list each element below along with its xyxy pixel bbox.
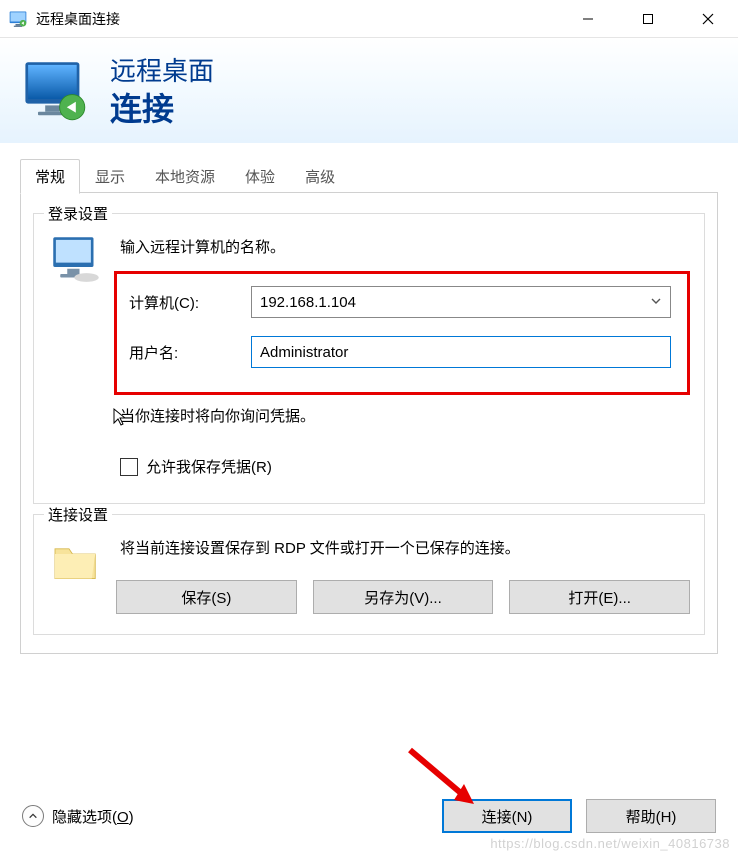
save-credentials-checkbox[interactable]: 允许我保存凭据(R) bbox=[120, 456, 690, 477]
username-row: 用户名: Administrator bbox=[129, 336, 671, 368]
username-input[interactable]: Administrator bbox=[251, 336, 671, 368]
footer: 隐藏选项(O) 连接(N) 帮助(H) bbox=[0, 783, 738, 853]
help-button[interactable]: 帮助(H) bbox=[586, 799, 716, 833]
banner-line2: 连接 bbox=[110, 84, 214, 130]
tab-local-resources[interactable]: 本地资源 bbox=[140, 159, 230, 193]
chevron-down-icon bbox=[650, 294, 662, 311]
checkbox-icon bbox=[120, 458, 138, 476]
maximize-button[interactable] bbox=[618, 0, 678, 37]
computer-combo[interactable]: 192.168.1.104 bbox=[251, 286, 671, 318]
main-panel: 常规 显示 本地资源 体验 高级 登录设置 输入远程计算机 bbox=[0, 143, 738, 666]
title-bar: 远程桌面连接 bbox=[0, 0, 738, 38]
close-button[interactable] bbox=[678, 0, 738, 37]
username-label: 用户名: bbox=[129, 342, 251, 363]
minimize-button[interactable] bbox=[558, 0, 618, 37]
window-title: 远程桌面连接 bbox=[36, 9, 120, 29]
rdp-monitor-icon bbox=[20, 55, 92, 127]
banner-line1: 远程桌面 bbox=[110, 51, 214, 88]
computer-value: 192.168.1.104 bbox=[260, 294, 356, 311]
tab-advanced[interactable]: 高级 bbox=[290, 159, 350, 193]
computer-row: 计算机(C): 192.168.1.104 bbox=[129, 286, 671, 318]
highlight-box: 计算机(C): 192.168.1.104 用户名: Adm bbox=[114, 271, 690, 395]
credentials-hint: 当你连接时将向你询问凭据。 bbox=[120, 405, 690, 426]
hide-options-label: 隐藏选项(O) bbox=[52, 806, 134, 827]
connect-button[interactable]: 连接(N) bbox=[442, 799, 572, 833]
login-settings-label: 登录设置 bbox=[44, 203, 112, 224]
save-button[interactable]: 保存(S) bbox=[116, 580, 297, 614]
connection-settings-group: 连接设置 将当前连接设置保存到 RDP 文件或打开一个已保存的连接。 保存(S)… bbox=[33, 514, 705, 635]
app-icon bbox=[8, 9, 28, 29]
computer-label: 计算机(C): bbox=[129, 292, 251, 313]
banner-text: 远程桌面 连接 bbox=[110, 51, 214, 130]
username-value: Administrator bbox=[260, 344, 348, 361]
connection-settings-label: 连接设置 bbox=[44, 504, 112, 525]
open-button[interactable]: 打开(E)... bbox=[509, 580, 690, 614]
tab-general[interactable]: 常规 bbox=[20, 159, 80, 194]
tab-experience[interactable]: 体验 bbox=[230, 159, 290, 193]
title-bar-left: 远程桌面连接 bbox=[8, 9, 558, 29]
tab-display[interactable]: 显示 bbox=[80, 159, 140, 193]
tab-panel-general: 登录设置 输入远程计算机的名称。 计算机(C): bbox=[20, 193, 718, 654]
login-prompt: 输入远程计算机的名称。 bbox=[120, 236, 690, 257]
computer-icon bbox=[48, 232, 104, 288]
cursor-icon bbox=[112, 407, 128, 431]
checkbox-label: 允许我保存凭据(R) bbox=[146, 456, 272, 477]
connection-desc: 将当前连接设置保存到 RDP 文件或打开一个已保存的连接。 bbox=[120, 537, 690, 558]
save-as-button[interactable]: 另存为(V)... bbox=[313, 580, 494, 614]
collapse-icon bbox=[22, 805, 44, 827]
login-settings-group: 登录设置 输入远程计算机的名称。 计算机(C): bbox=[33, 213, 705, 504]
header-banner: 远程桌面 连接 bbox=[0, 38, 738, 143]
tab-strip: 常规 显示 本地资源 体验 高级 bbox=[20, 159, 718, 193]
folder-icon bbox=[48, 533, 104, 589]
window-controls bbox=[558, 0, 738, 37]
hide-options-toggle[interactable]: 隐藏选项(O) bbox=[22, 805, 134, 827]
